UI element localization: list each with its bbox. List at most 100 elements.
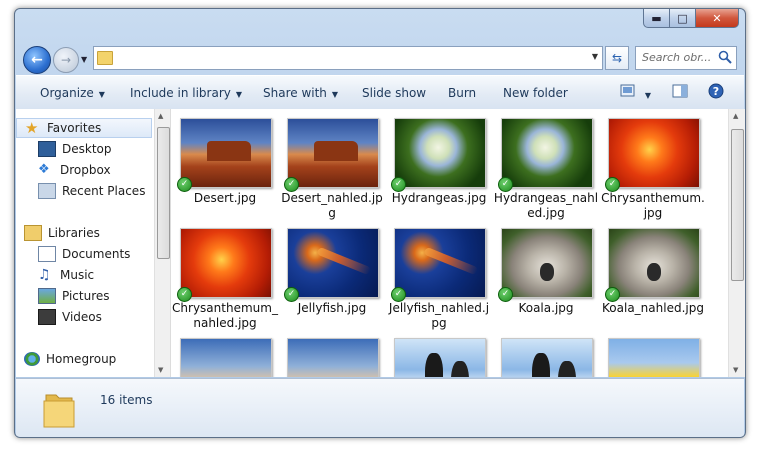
scroll-down-icon[interactable]: ▼: [733, 366, 738, 374]
file-item[interactable]: ✓ Hydrangeas.jpg: [386, 109, 492, 219]
nav-label: Favorites: [47, 121, 102, 135]
burn-button[interactable]: Burn: [448, 86, 476, 100]
navigation-scrollbar[interactable]: ▲ ▼: [154, 109, 170, 377]
maximize-button[interactable]: □: [670, 9, 696, 28]
nav-label: Homegroup: [46, 352, 117, 366]
file-item[interactable]: ✓ Koala_nahled.jpg: [600, 219, 706, 329]
nav-item-homegroup[interactable]: Homegroup: [16, 349, 153, 369]
nav-label: Music: [60, 268, 95, 282]
nav-item-desktop[interactable]: Desktop: [16, 139, 153, 159]
preview-pane-icon: [672, 84, 688, 98]
nav-label: Recent Places: [62, 184, 146, 198]
file-item[interactable]: ✓ Jellyfish_nahled.jpg: [386, 219, 492, 330]
search-placeholder: Search obr...: [642, 51, 712, 64]
minimize-icon: ▬: [651, 11, 662, 25]
arrow-left-icon: ←: [31, 52, 43, 68]
organize-button[interactable]: Organize ▼: [40, 86, 105, 100]
share-with-button[interactable]: Share with ▼: [263, 86, 338, 100]
file-item[interactable]: ✓ Desert_nahled.jpg: [279, 109, 385, 220]
change-view-button[interactable]: ▼: [620, 84, 651, 101]
file-item[interactable]: ✓ Chrysanthemum.jpg: [600, 109, 706, 220]
navigation-scroll-thumb[interactable]: [157, 127, 170, 259]
nav-item-dropbox[interactable]: ❖ Dropbox: [16, 160, 153, 180]
nav-item-recent-places[interactable]: Recent Places: [16, 181, 153, 201]
nav-item-documents[interactable]: Documents: [16, 244, 153, 264]
share-with-label: Share with: [263, 86, 327, 100]
scroll-up-icon[interactable]: ▲: [733, 112, 738, 120]
file-item[interactable]: ✓ Jellyfish.jpg: [279, 219, 385, 329]
file-name: Hydrangeas.jpg: [391, 191, 487, 205]
back-button[interactable]: ←: [23, 46, 51, 74]
scroll-up-icon[interactable]: ▲: [158, 112, 163, 120]
videos-icon: [38, 309, 56, 325]
new-folder-label: New folder: [503, 86, 568, 100]
sync-check-icon: ✓: [177, 287, 192, 302]
nav-item-pictures[interactable]: Pictures: [16, 286, 153, 306]
svg-text:?: ?: [713, 85, 719, 98]
refresh-button[interactable]: ⇆: [605, 46, 629, 70]
file-thumbnail: [608, 228, 700, 298]
chevron-down-icon: ▼: [331, 90, 339, 99]
explorer-window: ▬ □ ✕ ← → ▼ ▼ ⇆ Search obr... Organize ▼ …: [14, 8, 746, 438]
nav-item-music[interactable]: ♫ Music: [16, 265, 153, 285]
file-thumbnail: [287, 228, 379, 298]
search-input[interactable]: Search obr...: [635, 46, 737, 70]
sync-check-icon: ✓: [284, 177, 299, 192]
scroll-down-icon[interactable]: ▼: [158, 366, 163, 374]
file-thumbnail: [394, 118, 486, 188]
file-name: Chrysanthemum_nahled.jpg: [172, 301, 278, 330]
slide-show-button[interactable]: Slide show: [362, 86, 426, 100]
help-button[interactable]: ?: [708, 83, 724, 102]
star-icon: ★: [25, 119, 39, 137]
chevron-down-icon: ▼: [81, 55, 88, 64]
address-dropdown-icon[interactable]: ▼: [592, 52, 598, 61]
chevron-down-icon: ▼: [235, 90, 243, 99]
search-icon[interactable]: [717, 49, 733, 65]
file-item[interactable]: [493, 329, 599, 377]
nav-label: Libraries: [48, 226, 100, 240]
file-list-scroll-thumb[interactable]: [731, 129, 744, 281]
arrow-right-icon: →: [60, 53, 72, 67]
file-name: Desert.jpg: [193, 191, 257, 205]
forward-button[interactable]: →: [53, 47, 79, 73]
sync-check-icon: ✓: [391, 177, 406, 192]
file-list: ✓ Desert.jpg ✓ Desert_nahled.jpg ✓ Hydrangeas…: [172, 109, 728, 377]
recent-places-icon: [38, 183, 56, 199]
include-in-library-label: Include in library: [130, 86, 231, 100]
include-in-library-button[interactable]: Include in library ▼: [130, 86, 242, 100]
chevron-down-icon: ▼: [98, 90, 105, 99]
file-item[interactable]: [172, 329, 278, 377]
file-list-scrollbar[interactable]: ▲ ▼: [728, 109, 745, 377]
maximize-icon: □: [677, 11, 688, 25]
close-button[interactable]: ✕: [696, 9, 739, 28]
preview-pane-button[interactable]: [672, 84, 688, 101]
recent-pages-dropdown[interactable]: ▼: [81, 55, 87, 64]
file-name: Chrysanthemum.jpg: [601, 191, 705, 220]
nav-item-favorites[interactable]: ★ Favorites: [16, 118, 152, 138]
file-thumbnail: [501, 228, 593, 298]
file-item[interactable]: ✓ Hydrangeas_nahled.jpg: [493, 109, 599, 220]
file-name: Koala_nahled.jpg: [602, 301, 704, 315]
file-item[interactable]: ✓ Chrysanthemum_nahled.jpg: [172, 219, 278, 330]
file-item[interactable]: [386, 329, 492, 377]
file-item[interactable]: [600, 329, 706, 377]
file-item[interactable]: [279, 329, 385, 377]
file-thumbnail: [180, 228, 272, 298]
new-folder-button[interactable]: New folder: [503, 86, 568, 100]
command-bar: Organize ▼ Include in library ▼ Share with…: [16, 75, 744, 110]
file-thumbnail: [180, 338, 272, 377]
minimize-button[interactable]: ▬: [643, 9, 670, 28]
file-name: Jellyfish_nahled.jpg: [388, 301, 490, 330]
nav-item-videos[interactable]: Videos: [16, 307, 153, 327]
libraries-icon: [24, 225, 42, 241]
file-item[interactable]: ✓ Koala.jpg: [493, 219, 599, 329]
nav-label: Pictures: [62, 289, 110, 303]
address-bar[interactable]: ▼: [93, 46, 603, 70]
nav-item-libraries[interactable]: Libraries: [16, 223, 153, 243]
pane-splitter[interactable]: [170, 109, 171, 377]
folder-icon: [97, 51, 113, 65]
close-icon: ✕: [712, 11, 722, 25]
chevron-down-icon: ▼: [644, 91, 651, 100]
nav-label: Documents: [62, 247, 131, 261]
file-item[interactable]: ✓ Desert.jpg: [172, 109, 278, 219]
